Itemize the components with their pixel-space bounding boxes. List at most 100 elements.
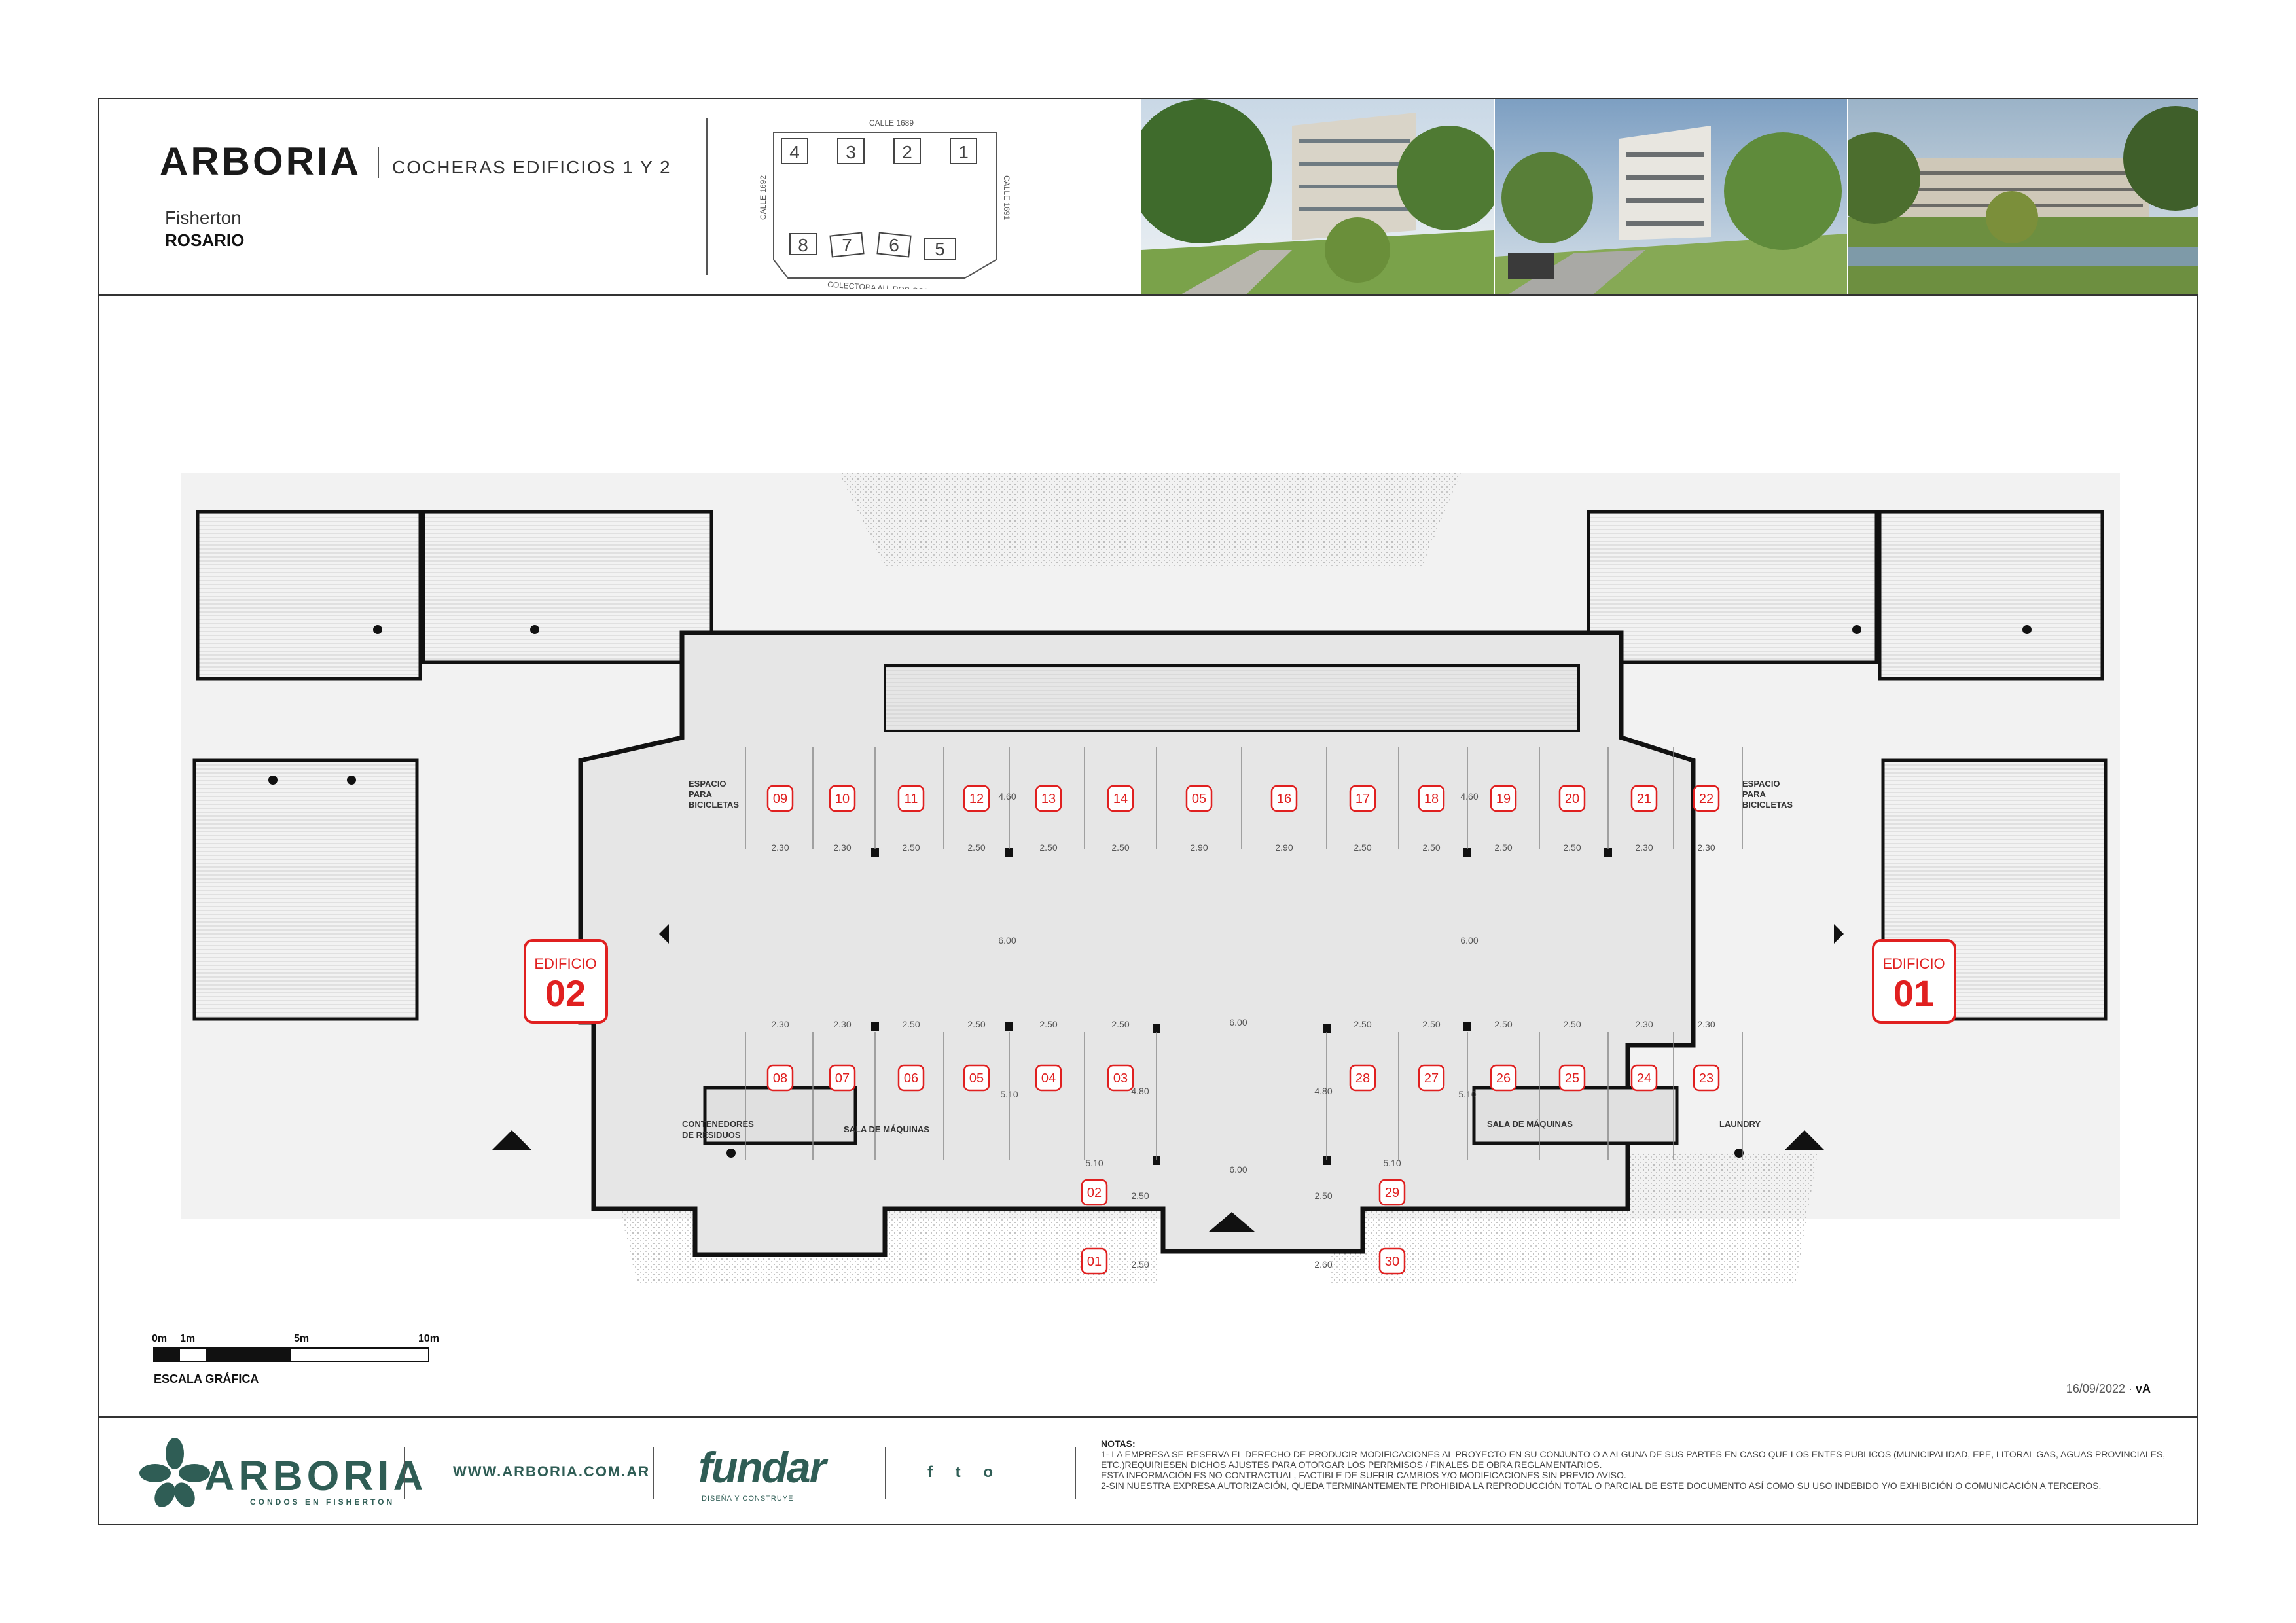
structural-column <box>871 1022 879 1031</box>
structural-column <box>2022 625 2032 634</box>
parking-spot-number: 19 <box>1496 792 1511 806</box>
notes-title: NOTAS: <box>1101 1438 1136 1449</box>
machine-room-right-label: SALA DE MÁQUINAS <box>1487 1119 1573 1129</box>
parking-spot: 10 <box>829 785 856 812</box>
parking-spot-number: 25 <box>1565 1071 1579 1086</box>
parking-spot: 25 <box>1558 1064 1586 1092</box>
depth-dimension: 4.60 <box>998 791 1016 802</box>
revision-date: 16/09/2022 · vA <box>2066 1382 2151 1395</box>
apartment-block <box>422 510 713 664</box>
ramp-dimension: 2.50 <box>1131 1259 1149 1270</box>
parking-spot-number: 06 <box>904 1071 918 1086</box>
bike-area-left-label: ESPACIO <box>689 779 726 789</box>
keymap-building-label: 4 <box>789 142 800 162</box>
title-divider <box>378 147 379 178</box>
structural-column <box>1604 848 1612 857</box>
parking-spot-number: 21 <box>1637 792 1651 806</box>
structural-column <box>373 625 382 634</box>
parking-spot: 24 <box>1630 1064 1658 1092</box>
keymap-building-label: 7 <box>842 235 852 255</box>
parking-spot-number: 14 <box>1113 792 1128 806</box>
twitter-icon[interactable]: t <box>956 1463 961 1482</box>
note-line: ESTA INFORMACIÓN ES NO CONTRACTUAL, FACT… <box>1101 1470 1626 1480</box>
parking-spot-number: 10 <box>835 792 850 806</box>
apartment-block <box>1878 510 2104 681</box>
spot-width-dimension: 2.30 <box>1697 842 1715 853</box>
parking-spot: 23 <box>1693 1064 1720 1092</box>
street-right-label: CALLE 1691 <box>1002 175 1011 220</box>
waste-room-label: CONTENEDORES <box>682 1119 754 1129</box>
keymap-building-label: 8 <box>798 235 808 255</box>
depth-dimension: 5.10 <box>1000 1089 1018 1099</box>
parking-spot: 28 <box>1349 1064 1376 1092</box>
parking-spot-number: 07 <box>835 1071 850 1086</box>
keymap-building-label: 1 <box>958 142 969 162</box>
spot-width-dimension: 2.50 <box>1111 842 1129 853</box>
parking-spot-number: 08 <box>773 1071 787 1086</box>
website-link[interactable]: WWW.ARBORIA.COM.AR <box>453 1463 650 1480</box>
keymap-building-label: 5 <box>935 239 945 259</box>
parking-spot-number: 11 <box>905 792 918 806</box>
spot-width-dimension: 2.90 <box>1190 842 1208 853</box>
keymap-building-label: 2 <box>902 142 912 162</box>
structural-column <box>726 1149 736 1158</box>
parking-spot: 20 <box>1558 785 1586 812</box>
parking-spot-number: 30 <box>1385 1255 1399 1269</box>
waste-room-label: DE RESIDUOS <box>682 1130 741 1140</box>
spot-width-dimension: 2.50 <box>1563 1019 1581 1029</box>
scale-tick-label: 0m <box>152 1333 167 1344</box>
depth-dimension: 5.10 <box>1458 1089 1476 1099</box>
aisle-dimension: 6.00 <box>1229 1164 1247 1175</box>
ramp-dimension: 2.60 <box>1314 1259 1332 1270</box>
parking-spot: 14 <box>1107 785 1134 812</box>
spot-width-dimension: 2.50 <box>902 1019 920 1029</box>
building-01-label: EDIFICIO <box>1882 955 1945 972</box>
building-01-number: 01 <box>1893 972 1934 1014</box>
parking-spot-number: 22 <box>1699 792 1713 806</box>
parking-spot-number: 23 <box>1699 1071 1713 1086</box>
fundar-logo: fundar <box>698 1443 826 1491</box>
building-02-label: EDIFICIO <box>534 955 596 972</box>
render-image-1 <box>1141 99 1494 294</box>
spot-width-dimension: 2.30 <box>833 1019 851 1029</box>
parking-spot: 18 <box>1418 785 1445 812</box>
parking-spot: 03 <box>1107 1064 1134 1092</box>
parking-spot: 13 <box>1035 785 1062 812</box>
render-image-3 <box>1848 99 2198 294</box>
parking-floor-plan: 09 10 11 12 13 14 05 16 17 18 19 20 21 22 08 07 06 05 04 03… <box>181 473 2120 1284</box>
parking-spot: 17 <box>1349 785 1376 812</box>
parking-spot-number: 12 <box>969 792 984 806</box>
footer-logo-tagline: CONDOS EN FISHERTON <box>250 1497 395 1507</box>
neighborhood-label: Fisherton <box>165 207 242 228</box>
parking-spot: 12 <box>963 785 990 812</box>
parking-spot-number: 16 <box>1277 792 1291 806</box>
spot-width-dimension: 2.30 <box>833 842 851 853</box>
parking-spot: 01 <box>1081 1247 1108 1275</box>
room-machines-right <box>1472 1086 1679 1145</box>
parking-spot: 11 <box>897 785 925 812</box>
footer-divider <box>885 1447 886 1499</box>
structural-column <box>530 625 539 634</box>
apartment-block <box>196 510 422 681</box>
structural-column <box>1463 848 1471 857</box>
spot-width-dimension: 2.30 <box>1635 1019 1653 1029</box>
instagram-icon[interactable]: o <box>983 1463 993 1482</box>
keymap-building-label: 3 <box>846 142 856 162</box>
spot-width-dimension: 2.50 <box>1111 1019 1129 1029</box>
parking-spot-number: 01 <box>1087 1255 1102 1269</box>
parking-spot-number: 13 <box>1041 792 1056 806</box>
spot-width-dimension: 2.30 <box>771 1019 789 1029</box>
structural-column <box>1005 848 1013 857</box>
aisle-dimension: 6.00 <box>998 935 1016 946</box>
laundry-label: LAUNDRY <box>1719 1119 1761 1129</box>
street-top-label: CALLE 1689 <box>869 118 914 128</box>
building-01-badge: EDIFICIO 01 <box>1872 939 1956 1024</box>
aisle-dimension: 6.00 <box>1229 1017 1247 1027</box>
facebook-icon[interactable]: f <box>927 1463 933 1482</box>
parking-spot: 07 <box>829 1064 856 1092</box>
parking-spot-number: 24 <box>1637 1071 1651 1086</box>
apartment-block <box>192 758 419 1021</box>
header-divider <box>706 118 708 275</box>
structural-column <box>1323 1024 1331 1033</box>
parking-spot: 04 <box>1035 1064 1062 1092</box>
